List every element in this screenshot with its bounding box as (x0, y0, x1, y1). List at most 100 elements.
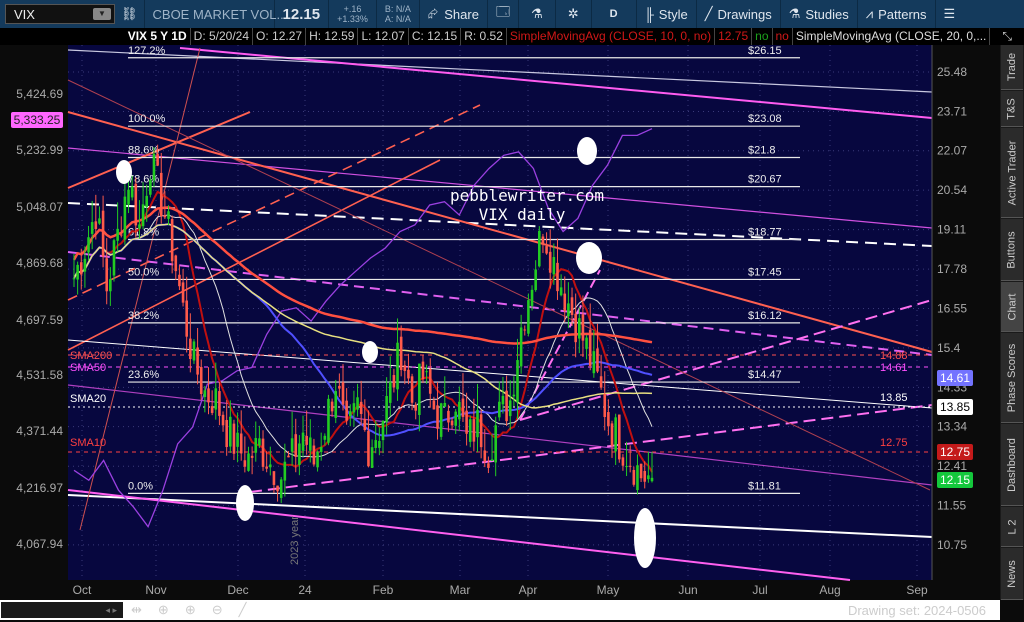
sma10-flag-1: no (752, 28, 773, 45)
candle-body (494, 425, 497, 463)
candle-body (221, 414, 225, 426)
candle-body (418, 363, 421, 416)
tab-buttons[interactable]: Buttons (1001, 219, 1023, 281)
pct-change: +1.33% (337, 14, 368, 24)
studies-button[interactable]: ⚗ Studies (781, 0, 858, 28)
price-tick-label: 19.11 (937, 223, 966, 237)
candle-body (276, 485, 279, 492)
net-change: +.16 (343, 4, 362, 14)
left-price-axis[interactable]: 5,424.69 5,232.99 5,048.07 4,869.68 4,697.59… (16, 87, 63, 551)
time-axis[interactable]: Oct Nov Dec 24 Feb Mar Apr May Jun Jul Aug Sep (73, 583, 928, 597)
candle-body (287, 455, 290, 458)
draw-line-icon[interactable]: ╱ (239, 602, 247, 618)
tab-active-trader[interactable]: Active Trader (1001, 128, 1023, 218)
fib-value-label: $17.45 (748, 266, 782, 278)
bar-date: D: 5/20/24 (191, 28, 254, 45)
candle-body (567, 303, 570, 317)
time-tick-label: Oct (73, 583, 92, 597)
candle-body (243, 460, 247, 467)
candle-body (327, 398, 330, 443)
candle-body (403, 365, 407, 371)
candle-body (181, 282, 185, 303)
tab-dashboard[interactable]: Dashboard (1001, 424, 1023, 506)
candle-body (152, 153, 156, 181)
price-tick-label: 10.75 (937, 538, 967, 552)
change-box: +.16 +1.33% (329, 0, 377, 28)
fib-value-label: $23.08 (748, 113, 782, 125)
candle-body (94, 221, 98, 230)
zoom-out-icon[interactable]: ⊖ (212, 602, 223, 618)
tab-label: Trade (1006, 52, 1019, 82)
spx-tick-label: 4,067.94 (16, 537, 63, 551)
tab-label: Chart (1006, 293, 1018, 320)
candle-body (112, 240, 116, 276)
candle-body (476, 409, 479, 438)
drawing-set-label[interactable]: Drawing set: 2024-0506 (848, 603, 986, 618)
candle-body (479, 414, 483, 448)
candle-body (123, 196, 127, 240)
share-button[interactable]: ⮳ Share (420, 0, 488, 28)
crosshair-icon[interactable]: ⊕ (158, 602, 169, 618)
tab-l-2[interactable]: L 2 (1001, 507, 1023, 547)
pan-icon[interactable]: ⇹ (131, 602, 142, 618)
candle-body (556, 262, 559, 292)
spx-tick-label: 4,697.59 (16, 313, 63, 327)
menu-list-icon[interactable]: ☰ (936, 0, 964, 28)
flask-icon[interactable]: ⚗ (519, 0, 556, 28)
candle-body (396, 342, 399, 390)
collapse-icon[interactable]: ⤡ (990, 28, 1024, 45)
candle-body (363, 418, 367, 431)
link-icon[interactable]: ⛓ (115, 0, 145, 28)
candle-body (90, 222, 94, 234)
fib-value-label: $20.67 (748, 174, 782, 186)
tab-news[interactable]: News (1001, 548, 1023, 600)
style-button[interactable]: ╟ Style (637, 0, 697, 28)
candle-body (483, 450, 487, 462)
patterns-button[interactable]: ⩘ Patterns (858, 0, 936, 28)
sma50-label: SMA50 (70, 362, 106, 374)
candle-body (443, 402, 447, 407)
candle-body (218, 391, 221, 416)
plot-area[interactable] (68, 45, 932, 580)
candle-body (316, 451, 319, 468)
candle-body (301, 432, 305, 451)
candle-body (269, 464, 272, 468)
horizontal-scrollbar[interactable]: ◂ ▸ (1, 602, 123, 618)
candle-body (599, 376, 603, 388)
alert-icon[interactable]: 🗔 (488, 0, 520, 28)
time-tick-label: Jun (678, 583, 697, 597)
candle-body (428, 368, 432, 394)
candle-body (588, 329, 592, 366)
tab-chart[interactable]: Chart (1001, 282, 1023, 332)
gear-icon[interactable]: ✲ (556, 0, 592, 28)
tab-t-s[interactable]: T&S (1001, 91, 1023, 127)
fib-value-label: $14.47 (748, 369, 782, 381)
candle-body (538, 230, 541, 267)
candle-body (490, 459, 494, 462)
candle-body (519, 327, 523, 367)
share-icon: ⮳ (427, 6, 439, 21)
drawings-button[interactable]: ╱ Drawings (697, 0, 781, 28)
tab-phase-scores[interactable]: Phase Scores (1001, 333, 1023, 423)
studies-label: Studies (805, 6, 849, 22)
candle-body (105, 258, 109, 292)
period-button[interactable]: D (592, 0, 637, 28)
bar-close: C: 12.15 (409, 28, 462, 45)
candle-body (407, 369, 410, 379)
zoom-in-icon[interactable]: ⊕ (185, 602, 196, 618)
level-label: 13.85 (880, 392, 908, 404)
symbol-input[interactable]: VIX ▼ (5, 4, 115, 24)
price-chart[interactable]: 127.2% $26.15100.0% $23.0888.6% $21.878.6% $… (0, 45, 1000, 600)
time-tick-label: Apr (519, 583, 538, 597)
candle-body (385, 396, 388, 422)
sma10-label: SMA10 (70, 437, 106, 449)
chevron-down-icon[interactable]: ▼ (93, 8, 111, 20)
candle-body (79, 262, 83, 275)
symbol-description: CBOE MARKET VOL... (145, 0, 287, 28)
price-tick-label: 20.54 (937, 183, 967, 197)
study-info-bar: VIX 5 Y 1D D: 5/20/24 O: 12.27 H: 12.59 … (0, 28, 1024, 45)
tab-trade[interactable]: Trade (1001, 45, 1023, 90)
candle-body (530, 289, 534, 306)
sma10-study[interactable]: SimpleMovingAvg (CLOSE, 10, 0, no) (507, 28, 716, 45)
sma20-study[interactable]: SimpleMovingAvg (CLOSE, 20, 0,... (793, 28, 991, 45)
